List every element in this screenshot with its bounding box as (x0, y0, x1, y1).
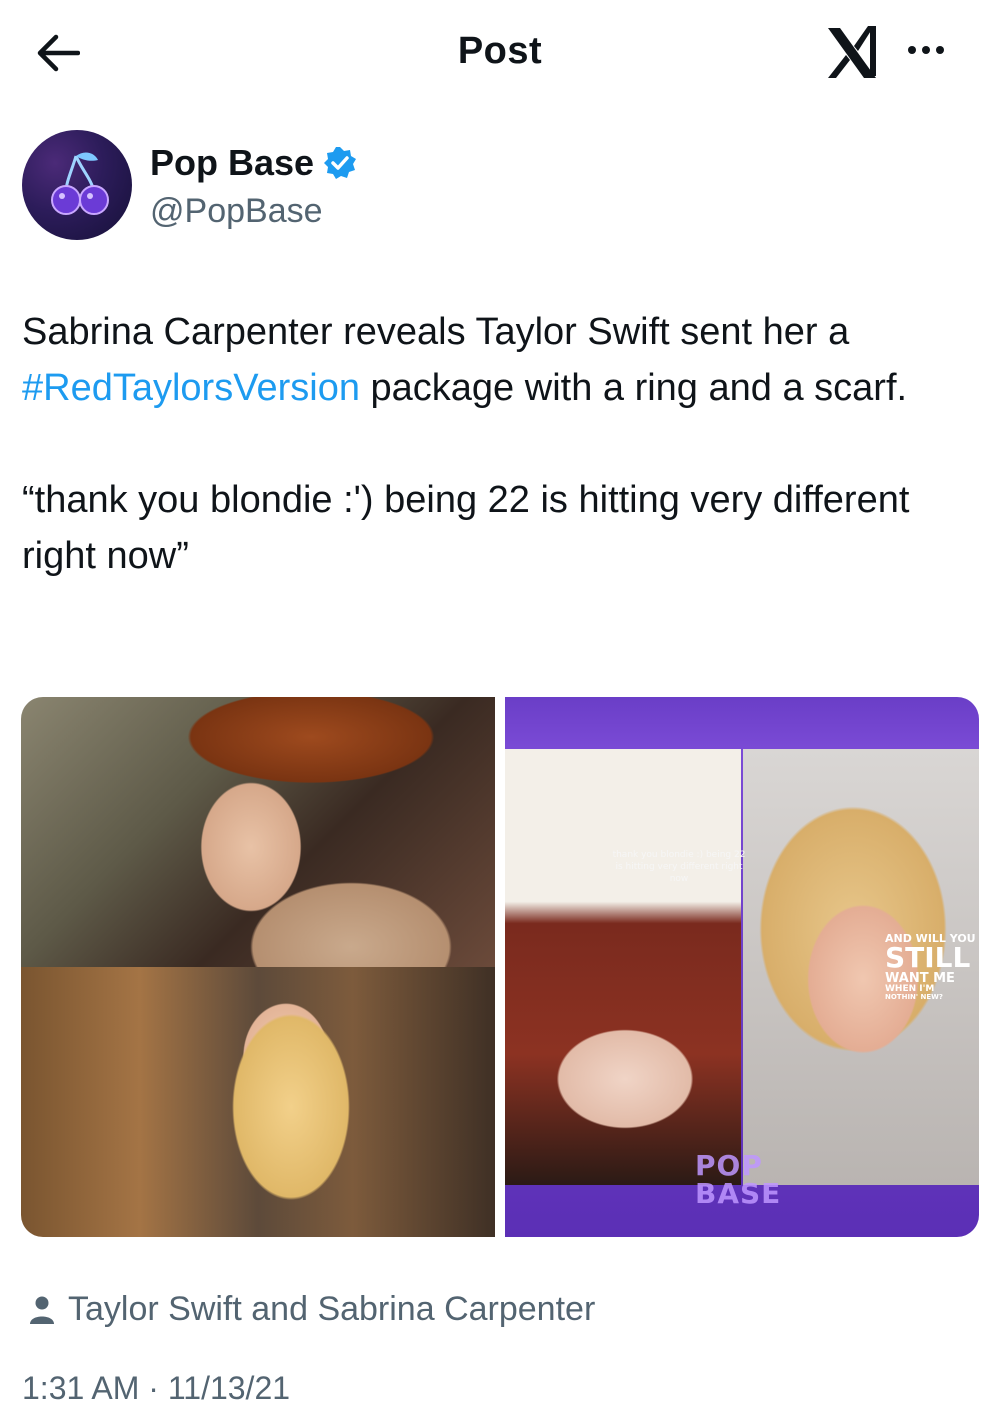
photo-instagram-stories[interactable]: thank you blondie :) being 22 is hitting… (505, 697, 979, 1237)
post-paragraph: Sabrina Carpenter reveals Taylor Swift s… (22, 304, 972, 416)
pop-base-watermark: POP BASE (695, 1152, 781, 1208)
story-left-panel (505, 749, 741, 1185)
author-block: Pop Base @PopBase (22, 130, 922, 245)
hashtag-link[interactable]: #RedTaylorsVersion (22, 367, 360, 409)
author-display-name[interactable]: Pop Base (150, 142, 314, 184)
verified-badge-icon (324, 147, 357, 179)
overlay-line: STILL (885, 941, 971, 974)
top-bar: Post (0, 0, 1000, 100)
tagged-people-text: Taylor Swift and Sabrina Carpenter (68, 1290, 596, 1328)
media-grid: thank you blondie :) being 22 is hitting… (21, 697, 979, 1237)
person-icon (30, 1296, 54, 1324)
post-text: Sabrina Carpenter reveals Taylor Swift s… (22, 304, 972, 584)
dot (936, 46, 944, 54)
media-column-left (21, 697, 495, 1237)
dot (908, 46, 916, 54)
post-text-rest: package with a ring and a scarf. (359, 367, 908, 409)
author-name-row[interactable]: Pop Base (150, 142, 358, 184)
author-handle[interactable]: @PopBase (150, 192, 323, 231)
cherry-icon (51, 152, 109, 215)
story-caption: thank you blondie :) being 22 is hitting… (612, 850, 746, 884)
post-timestamp[interactable]: 1:31 AM · 11/13/21 (22, 1370, 290, 1407)
watermark-line: BASE (695, 1177, 782, 1210)
x-logo-icon[interactable] (824, 22, 880, 80)
watermark-line: POP (695, 1149, 763, 1182)
avatar[interactable] (22, 130, 132, 240)
overlay-line: NOTHIN' NEW? (885, 993, 943, 1001)
photo-taylor-swift[interactable] (21, 697, 495, 967)
more-options-button[interactable] (900, 30, 952, 70)
story-lyric-overlay: AND WILL YOU STILL WANT ME WHEN I'M NOTH… (885, 933, 976, 1001)
dot (922, 46, 930, 54)
post-quote: “thank you blondie :') being 22 is hitti… (22, 479, 910, 577)
post-text-line: Sabrina Carpenter reveals Taylor Swift s… (22, 311, 850, 353)
tagged-people[interactable]: Taylor Swift and Sabrina Carpenter (28, 1290, 595, 1329)
photo-sabrina-carpenter[interactable] (21, 967, 495, 1237)
